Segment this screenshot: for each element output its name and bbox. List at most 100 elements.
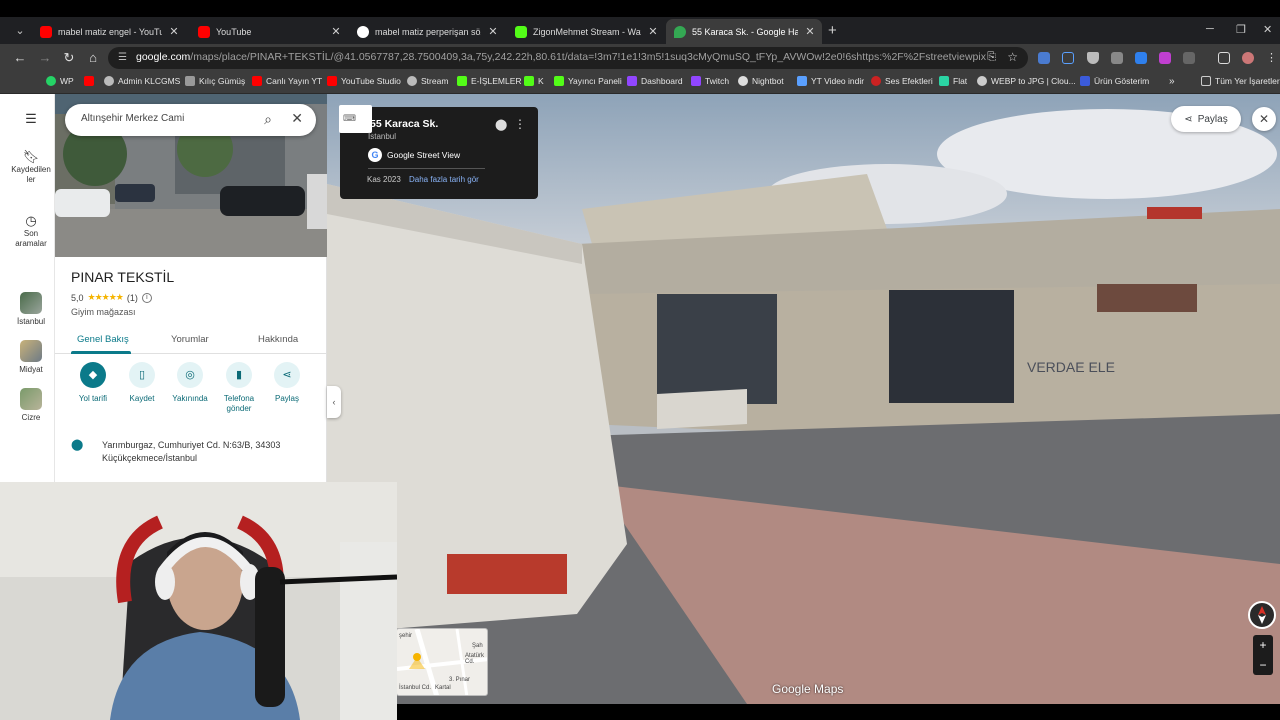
bookmark-item[interactable]: K [524,76,544,86]
review-count[interactable]: (1) [127,293,138,303]
color-extension-icon[interactable] [1159,52,1171,64]
tab-5[interactable]: 55 Karaca Sk. - Google Haritalar ✕ [666,19,822,44]
zoom-in-button[interactable]: + [1253,635,1273,655]
zoom-controls: + − [1253,635,1273,675]
tab-title: ZigonMehmet Stream - Watch L [533,26,641,37]
share-button[interactable]: ⋖ Paylaş [263,362,311,404]
close-icon[interactable]: ✕ [487,25,499,38]
share-street-view-button[interactable]: ⋖ Paylaş [1171,106,1241,132]
bookmark-item[interactable] [84,76,98,86]
menu-button[interactable]: ☰ [7,112,55,127]
home-icon[interactable]: ⌂ [84,49,102,67]
site-info-icon[interactable]: ☰ [118,52,130,64]
divider [368,168,485,169]
search-input[interactable]: Altınşehir Merkez Cami [81,113,184,124]
clear-search-icon[interactable]: ✕ [291,110,303,127]
bookmark-item[interactable]: E-İŞLEMLER [457,76,522,86]
send-to-phone-button[interactable]: ▮ Telefona gönder [215,362,263,414]
bookmark-star-icon[interactable]: ☆ [1007,50,1018,64]
bookmark-item[interactable]: Ürün Gösterim [1080,76,1149,86]
action-label: Yakınında [172,394,208,403]
back-arrow-icon[interactable]: ← [11,49,29,67]
compass-icon[interactable] [1248,601,1276,629]
close-icon[interactable]: ✕ [330,25,342,38]
tab-search-icon[interactable]: ⌄ [12,23,28,39]
place-category[interactable]: Giyim mağazası [71,307,136,317]
forward-arrow-icon[interactable]: → [36,49,54,67]
tab-reviews[interactable]: Yorumlar [171,334,209,345]
place-photo[interactable]: Altınşehir Merkez Cami ⌕ ✕ [55,94,327,257]
profile-avatar-icon[interactable] [1242,52,1254,64]
maximize-button[interactable]: ❐ [1236,23,1246,36]
reload-icon[interactable]: ↻ [60,49,78,67]
install-app-icon[interactable]: ⎘ [987,51,996,64]
bookmark-item[interactable]: Nightbot [738,76,784,86]
bookmarks-overflow-button[interactable]: » [1169,76,1175,87]
save-button[interactable]: ▯ Kaydet [118,362,166,404]
address-bar[interactable]: ☰ google.com/maps/place/PINAR+TEKSTİL/@4… [108,47,1028,69]
bookmark-label: Flat [953,76,968,86]
camera-extension-icon[interactable] [1111,52,1123,64]
download-extension-icon[interactable] [1135,52,1147,64]
extensions-puzzle-icon[interactable] [1183,52,1195,64]
bookmark-item[interactable]: Kılıç Gümüş [185,76,245,86]
bookmark-item[interactable]: Flat [939,76,967,86]
bookmark-item[interactable]: Ses Efektleri [871,76,933,86]
tab-overview[interactable]: Genel Bakış [77,334,129,345]
map-label: Atatürk Cd. [465,653,485,665]
tab-2[interactable]: YouTube ✕ [190,19,348,44]
audio-extension-icon[interactable] [1062,52,1074,64]
close-icon[interactable]: ✕ [647,25,659,38]
tab-1[interactable]: mabel matiz engel - YouTube ✕ [32,19,186,44]
info-icon[interactable]: i [141,292,152,303]
map-pin-icon[interactable]: ⬤ [495,118,507,131]
minimize-button[interactable]: ─ [1206,23,1214,35]
recent-place-cizre[interactable]: Cizre [7,388,55,423]
close-icon[interactable]: ✕ [168,25,180,38]
shield-extension-icon[interactable] [1087,52,1099,64]
search-icon[interactable]: ⌕ [264,111,272,128]
bookmark-item[interactable]: Dashboard [627,76,683,86]
recent-place-istanbul[interactable]: İstanbul [7,292,55,327]
close-street-view-button[interactable]: ✕ [1252,107,1276,131]
recent-button[interactable]: ◷ Son aramalar [7,214,55,249]
collapse-panel-button[interactable]: ‹ [327,386,341,418]
active-tab-indicator [71,351,131,354]
close-window-button[interactable]: ✕ [1263,23,1272,36]
bookmark-item[interactable]: Twitch [691,76,729,86]
rating-row: 5,0 ★★★★★ (1) i [71,292,152,303]
keyboard-shortcuts-icon[interactable]: ⌨ [339,105,372,133]
bookmark-item[interactable]: Canlı Yayın YT [252,76,322,86]
bookmark-item[interactable]: WEBP to JPG | Clou... [977,76,1076,86]
close-icon[interactable]: ✕ [804,25,816,38]
search-box[interactable]: Altınşehir Merkez Cami ⌕ ✕ [65,104,316,136]
bookmark-item[interactable]: YT Video indir [797,76,864,86]
google-street-view-link[interactable]: G Google Street View [368,148,460,162]
media-control-icon[interactable] [1218,52,1230,64]
mini-map[interactable]: Şah Atatürk Cd. 3. Pınar Kartal İstanbul… [396,628,488,696]
browser-toolbar: ← → ↻ ⌂ ☰ google.com/maps/place/PINAR+TE… [0,44,1280,72]
zoom-out-button[interactable]: − [1253,655,1273,675]
all-bookmarks-button[interactable]: Tüm Yer İşaretleri [1201,76,1280,86]
new-tab-button[interactable]: + [828,23,837,38]
address-text: Yarımburgaz, Cumhuriyet Cd. N:63/B, 3430… [102,439,322,465]
sound-effects-icon [871,76,881,86]
menu-kebab-icon[interactable]: ⋮ [1266,52,1277,64]
twitch-icon [627,76,637,86]
saved-button[interactable]: 🔖︎ Kaydedilenler [7,150,55,185]
bookmark-item[interactable]: WP [46,76,74,86]
bookmark-item[interactable]: Stream [407,76,448,86]
translate-extension-icon[interactable] [1038,52,1050,64]
tab-3[interactable]: mabel matiz perperişan sözleri ✕ [349,19,505,44]
more-dates-link[interactable]: Daha fazla tarih gör [409,175,479,184]
tab-4[interactable]: ZigonMehmet Stream - Watch L ✕ [507,19,665,44]
screen: { "tabs": [ {"label": "mabel matiz engel… [0,0,1280,720]
tab-about[interactable]: Hakkında [258,334,298,345]
more-options-icon[interactable]: ⋮ [514,117,526,131]
nearby-button[interactable]: ◎ Yakınında [166,362,214,404]
bookmark-item[interactable]: YouTube Studio [327,76,401,86]
directions-button[interactable]: ◆ Yol tarifi [69,362,117,404]
recent-place-midyat[interactable]: Midyat [7,340,55,375]
bookmark-item[interactable]: Admin KLCGMS [104,76,180,86]
bookmark-item[interactable]: Yayıncı Paneli [554,76,622,86]
